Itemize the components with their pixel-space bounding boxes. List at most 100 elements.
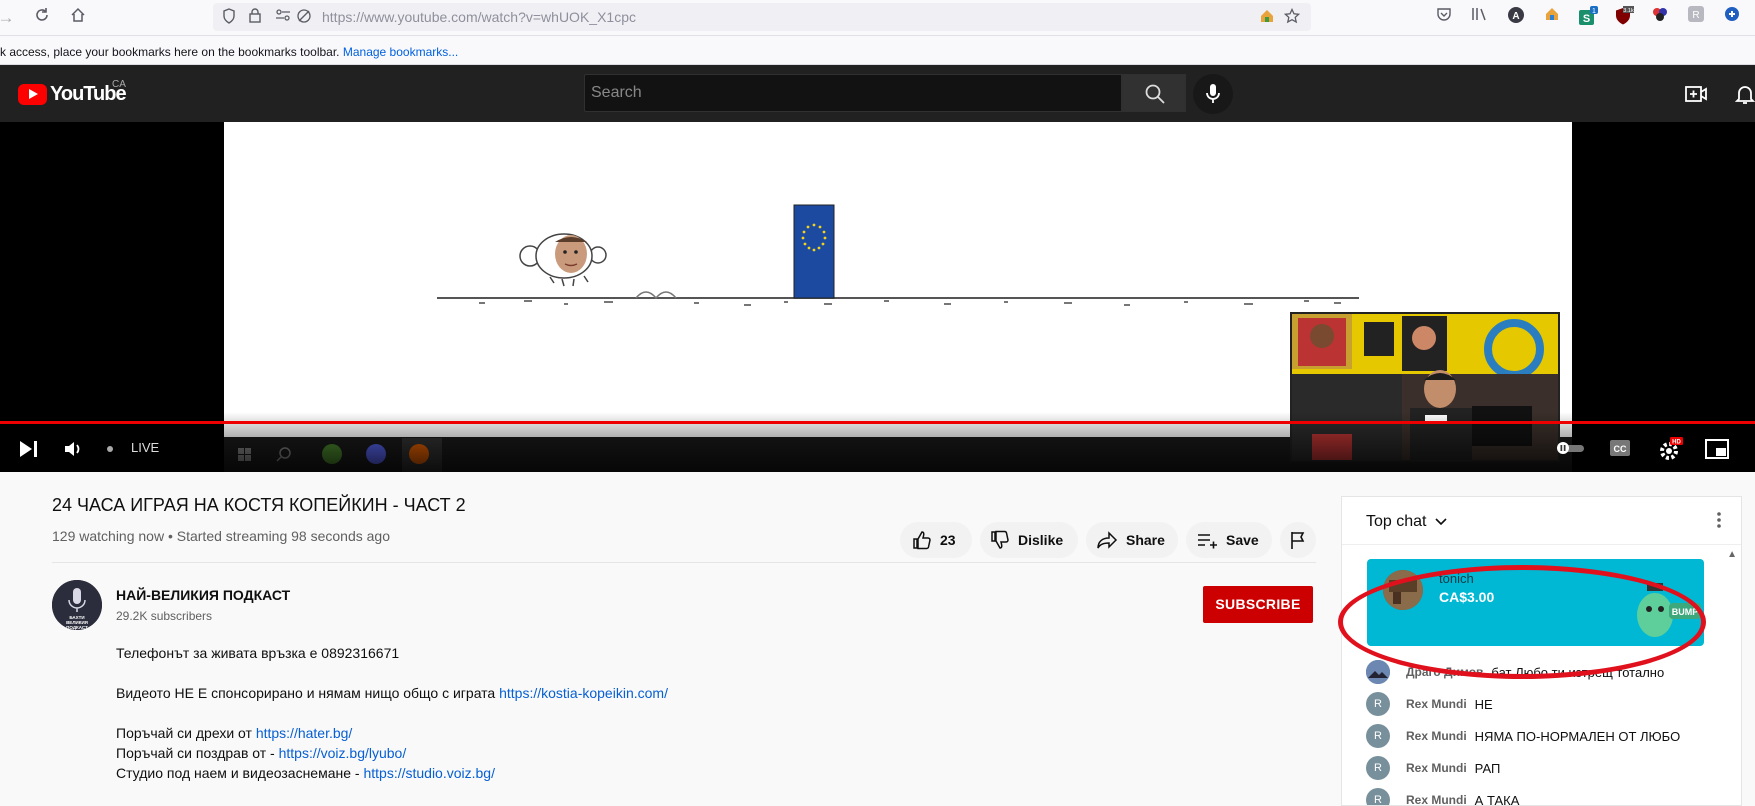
channel-name[interactable]: НАЙ-ВЕЛИКИЯ ПОДКАСТ	[116, 587, 290, 603]
ublock-badge-count: 3.1k	[1623, 8, 1634, 14]
description-line-5: Студио под наем и видеозаснемане - https…	[116, 765, 495, 781]
gear-icon: HD	[1657, 437, 1683, 461]
search-input[interactable]	[585, 75, 1121, 111]
forward-icon[interactable]: →	[0, 6, 18, 30]
subscriber-count: 29.2K subscribers	[116, 609, 212, 623]
player-character	[520, 234, 606, 286]
video-player[interactable]: LIVE CC HD	[0, 122, 1755, 472]
shield-icon[interactable]	[220, 8, 238, 26]
chat-author: Rex Mundi	[1406, 729, 1467, 743]
chat-mode-selector[interactable]: Top chat	[1366, 513, 1447, 531]
subscribe-button[interactable]: SUBSCRIBE	[1203, 586, 1313, 623]
notifications-button[interactable]	[1733, 82, 1755, 106]
create-video-button[interactable]	[1684, 82, 1708, 106]
save-button[interactable]: Save	[1186, 522, 1272, 558]
live-indicator[interactable]: LIVE	[131, 440, 159, 455]
extension-badge-count: 1	[1592, 8, 1596, 15]
extension-gear-icon[interactable]	[1722, 6, 1742, 26]
settings-button[interactable]: HD	[1657, 437, 1683, 466]
chat-text: РАП	[1475, 761, 1501, 776]
youtube-masthead: YouTube CA	[0, 65, 1755, 122]
account-icon[interactable]: A	[1506, 6, 1526, 26]
like-button[interactable]: 23	[900, 522, 972, 558]
chat-message[interactable]: R Rex Mundi А ТАКА	[1366, 788, 1519, 806]
chat-avatar	[1366, 660, 1390, 684]
chat-avatar: R	[1366, 756, 1390, 780]
chat-message[interactable]: R Rex Mundi РАП	[1366, 756, 1500, 780]
chat-author: Rex Mundi	[1406, 761, 1467, 775]
progress-bar[interactable]	[0, 421, 1755, 424]
tracking-blocked-icon[interactable]	[295, 8, 313, 26]
svg-text:S: S	[1583, 13, 1590, 25]
svg-text:A: A	[1512, 11, 1519, 22]
miniplayer-button[interactable]	[1705, 439, 1729, 464]
extension-house2-icon[interactable]	[1542, 6, 1562, 26]
search-icon	[1144, 83, 1166, 105]
channel-avatar[interactable]: БАХТИ ВЕЛИКИЯ ПОДКАСТ	[52, 580, 102, 630]
description-line-5-text: Студио под наем и видеозаснемане -	[116, 765, 363, 781]
chat-message[interactable]: Драго Димов бат Любо ти изтрещ тотално	[1366, 660, 1664, 684]
dislike-label: Dislike	[1018, 532, 1063, 548]
chat-message[interactable]: R Rex Mundi НЯМА ПО-НОРМАЛЕН ОТ ЛЮБО	[1366, 724, 1680, 748]
home-button[interactable]	[66, 6, 90, 30]
reload-button[interactable]	[30, 6, 54, 30]
superchat-message[interactable]: tonich CA$3.00 BUMP	[1367, 559, 1704, 646]
info-divider	[52, 562, 1316, 563]
autoplay-toggle[interactable]	[1555, 441, 1585, 460]
superchat-avatar	[1383, 570, 1423, 610]
extension-profile-icon[interactable]: R	[1686, 6, 1706, 26]
channel-avatar-image: БАХТИ ВЕЛИКИЯ ПОДКАСТ	[52, 580, 102, 630]
lock-icon[interactable]	[246, 8, 264, 26]
chat-text: НЯМА ПО-НОРМАЛЕН ОТ ЛЮБО	[1475, 729, 1681, 744]
svg-text:CC: CC	[1614, 444, 1627, 454]
library-icon[interactable]	[1470, 6, 1490, 26]
kostia-kopeikin-link[interactable]: https://kostia-kopeikin.com/	[499, 685, 668, 701]
flag-icon	[1288, 530, 1308, 550]
search-button[interactable]	[1122, 74, 1186, 112]
bookmarks-hint: k access, place your bookmarks here on t…	[0, 45, 340, 59]
voiz-link[interactable]: https://voiz.bg/lyubo/	[279, 745, 407, 761]
manage-bookmarks-link[interactable]: Manage bookmarks...	[343, 45, 458, 59]
captions-icon: CC	[1609, 439, 1631, 457]
address-bar[interactable]: https://www.youtube.com/watch?v=whUOK_X1…	[213, 3, 1311, 31]
chevron-down-icon	[1435, 518, 1447, 526]
search-box[interactable]	[584, 74, 1122, 112]
next-icon	[18, 439, 40, 459]
captions-button[interactable]: CC	[1609, 439, 1631, 462]
bookmark-star-icon[interactable]	[1283, 8, 1301, 26]
chat-text: бат Любо ти изтрещ тотално	[1491, 665, 1664, 680]
studio-voiz-link[interactable]: https://studio.voiz.bg/	[363, 765, 495, 781]
voice-search-button[interactable]	[1193, 74, 1233, 114]
miniplayer-icon	[1705, 439, 1729, 459]
volume-button[interactable]	[63, 439, 83, 464]
report-button[interactable]	[1280, 522, 1316, 558]
chat-author: Драго Димов	[1406, 665, 1483, 679]
chat-menu-button[interactable]	[1717, 511, 1721, 531]
more-vertical-icon	[1717, 511, 1721, 529]
extension-balls-icon[interactable]	[1650, 6, 1670, 26]
chat-avatar: R	[1366, 692, 1390, 716]
permissions-icon[interactable]	[274, 8, 292, 26]
pocket-icon[interactable]	[1434, 6, 1454, 26]
view-count: 129 watching now • Started streaming 98 …	[52, 528, 390, 544]
volume-icon	[63, 439, 83, 459]
video-title: 24 ЧАСА ИГРАЯ НА КОСТЯ КОПЕЙКИН - ЧАСТ 2	[52, 495, 466, 516]
chat-message[interactable]: R Rex Mundi НЕ	[1366, 692, 1493, 716]
thumbs-up-icon	[912, 530, 932, 550]
extension-s-icon[interactable]: S1	[1578, 6, 1598, 26]
extension-house-icon[interactable]	[1258, 8, 1276, 26]
chat-header: Top chat	[1342, 497, 1742, 545]
share-label: Share	[1126, 532, 1165, 548]
url-text[interactable]: https://www.youtube.com/watch?v=whUOK_X1…	[322, 9, 636, 25]
description-line-4: Поръчай си поздрав от - https://voiz.bg/…	[116, 745, 406, 761]
youtube-logo[interactable]: YouTube	[18, 82, 126, 106]
next-button[interactable]	[18, 439, 40, 464]
chat-scroll-up[interactable]: ▲	[1727, 549, 1737, 560]
hater-link[interactable]: https://hater.bg/	[256, 725, 353, 741]
country-code: CA	[112, 79, 126, 90]
ublock-icon[interactable]: 3.1k	[1614, 6, 1634, 26]
chat-avatar: R	[1366, 788, 1390, 806]
share-button[interactable]: Share	[1086, 522, 1178, 558]
dislike-button[interactable]: Dislike	[980, 522, 1078, 558]
share-icon	[1096, 530, 1118, 550]
